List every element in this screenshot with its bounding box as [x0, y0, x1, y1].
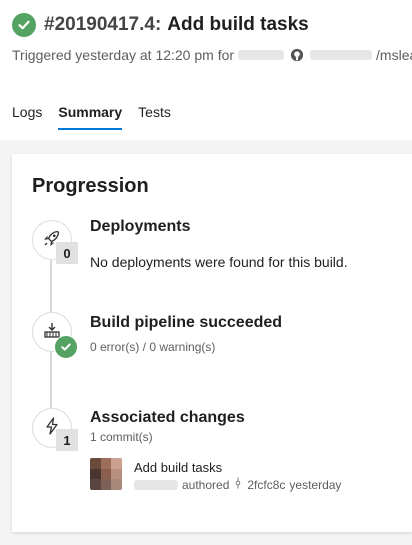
build-header: #20190417.4: Add build tasks Triggered y…	[0, 0, 412, 140]
commit-hash[interactable]: 2fcfc8c	[247, 478, 285, 492]
commit-authored: authored	[182, 477, 230, 492]
changes-title: Associated changes	[90, 409, 245, 426]
deployments-count-badge: 0	[56, 242, 78, 264]
tab-logs[interactable]: Logs	[12, 100, 42, 130]
changes-count-badge: 1	[56, 429, 78, 451]
pipeline-title: Build pipeline succeeded	[90, 314, 283, 331]
tab-summary[interactable]: Summary	[58, 100, 122, 130]
redacted-branch	[238, 50, 285, 60]
commit-message[interactable]: Add build tasks	[134, 460, 222, 475]
build-number: #20190417.4:	[44, 14, 162, 35]
deployments-text: No deployments were found for this build…	[90, 254, 348, 270]
success-check-icon	[54, 335, 78, 359]
pipeline-text: 0 error(s) / 0 warning(s)	[90, 340, 216, 354]
check-circle-icon	[12, 13, 36, 37]
build-title-row: #20190417.4: Add build tasks	[12, 12, 309, 38]
progression-title: Progression	[32, 175, 149, 197]
repo-suffix[interactable]: /mslea	[376, 47, 412, 63]
github-icon	[290, 48, 304, 62]
avatar	[90, 458, 122, 490]
deployments-title: Deployments	[90, 218, 191, 235]
changes-text: 1 commit(s)	[90, 430, 153, 444]
triggered-text: Triggered yesterday at 12:20 pm for	[12, 47, 235, 63]
commit-meta: authored 2fcfc8c yesterday	[134, 477, 341, 492]
progression-card: Progression 0 Deployments No deployments…	[12, 154, 412, 532]
tab-tests[interactable]: Tests	[138, 100, 171, 130]
commit-when: yesterday	[289, 477, 342, 492]
build-title: Add build tasks	[167, 14, 309, 35]
redacted-author	[134, 479, 178, 490]
tab-bar: Logs Summary Tests	[12, 100, 187, 130]
redacted-repo-owner	[310, 50, 373, 60]
trigger-info: Triggered yesterday at 12:20 pm for /msl…	[12, 47, 412, 63]
commit-icon	[234, 477, 242, 492]
